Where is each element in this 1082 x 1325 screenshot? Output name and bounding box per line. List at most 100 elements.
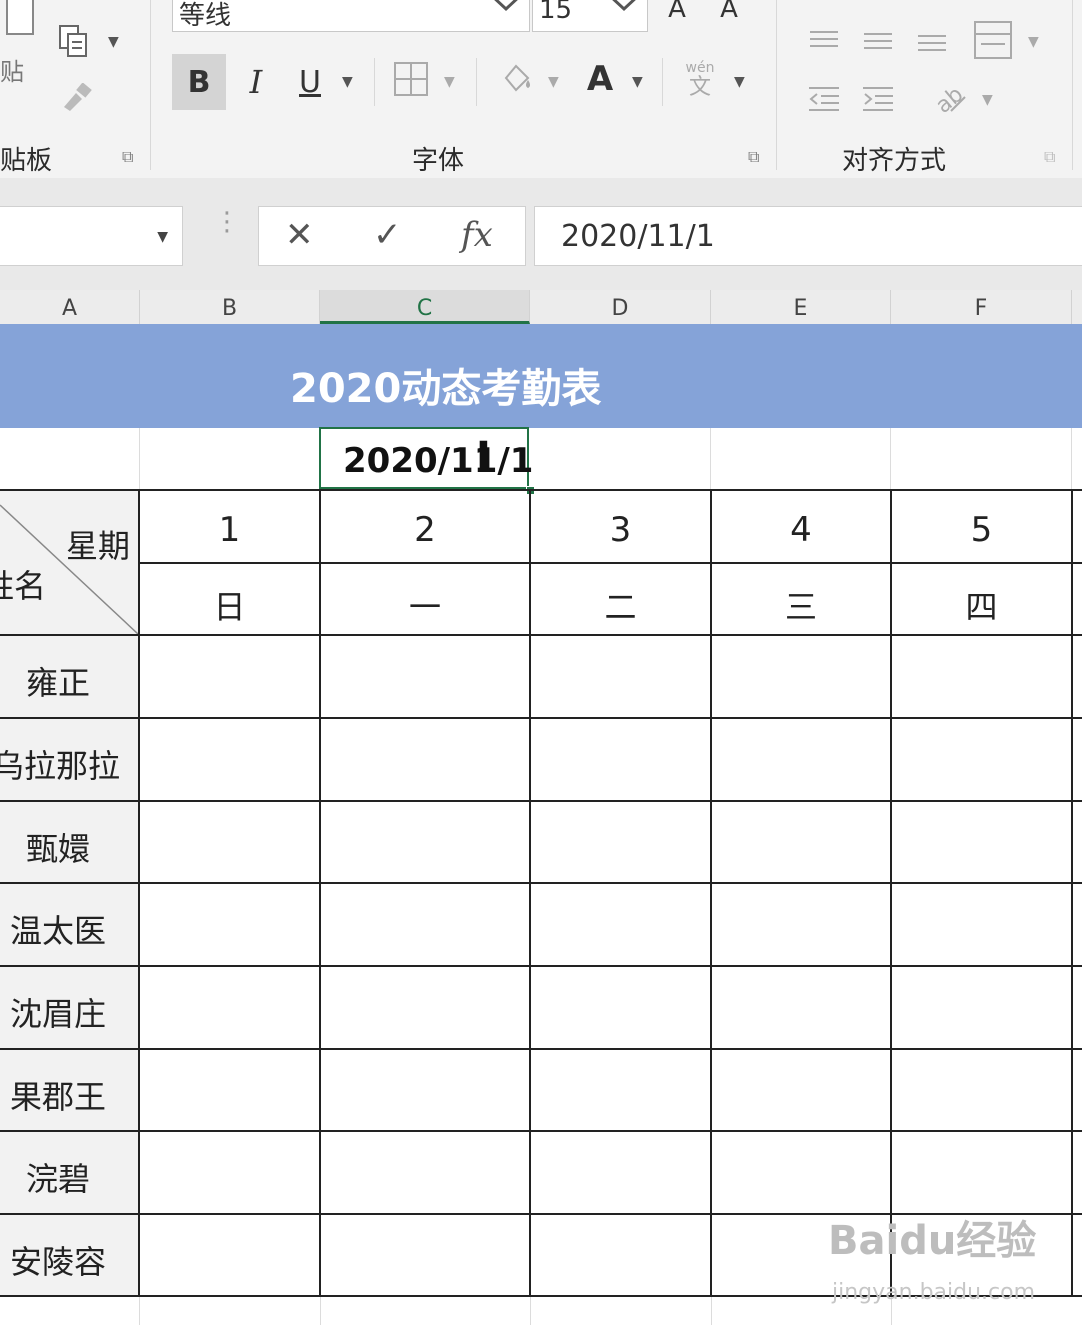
formula-area: ▼ ⋮ ✕ ✓ fx 2020/11/1 xyxy=(0,178,1082,290)
ribbon-separator xyxy=(374,58,375,106)
increase-indent-icon[interactable] xyxy=(860,84,896,114)
employee-name[interactable]: 安陵容 xyxy=(0,1237,116,1283)
column-header-f[interactable]: F xyxy=(891,290,1072,324)
border-dropdown-icon[interactable]: ▼ xyxy=(444,74,455,90)
sheet-title: 2020动态考勤表 xyxy=(290,366,602,412)
alignment-group-label: 对齐方式 xyxy=(842,146,947,176)
weekday-cell[interactable]: 一 xyxy=(321,582,529,628)
diagonal-header-cell[interactable]: 星期 姓名 xyxy=(0,491,138,634)
gridline xyxy=(890,428,891,490)
font-launcher-icon[interactable]: ⧉ xyxy=(748,148,766,166)
shrink-font-button[interactable]: A xyxy=(714,0,744,26)
column-header-d[interactable]: D xyxy=(530,290,711,324)
chevron-down-icon[interactable] xyxy=(607,0,641,19)
weekday-cell[interactable]: 日 xyxy=(140,582,319,628)
day-number[interactable]: 2 xyxy=(321,510,529,550)
ribbon-separator xyxy=(662,58,663,106)
table-border xyxy=(0,800,1082,802)
underline-button[interactable]: U xyxy=(290,54,330,110)
align-top-icon[interactable] xyxy=(806,26,842,56)
employee-name[interactable]: 温太医 xyxy=(0,906,116,952)
align-middle-icon[interactable] xyxy=(860,26,896,56)
name-header-label: 姓名 xyxy=(0,567,47,605)
weekday-header-label: 星期 xyxy=(65,527,130,565)
font-size-value: 15 xyxy=(539,0,573,25)
gridline xyxy=(710,428,711,490)
active-cell-value: 2020/11/1 xyxy=(343,441,534,481)
formula-input[interactable]: 2020/11/1 xyxy=(534,206,1082,266)
fill-color-dropdown-icon[interactable]: ▼ xyxy=(548,74,559,90)
gridline xyxy=(320,1297,321,1325)
name-box-dropdown-icon[interactable]: ▼ xyxy=(157,229,168,245)
day-number[interactable]: 3 xyxy=(531,510,710,550)
active-cell-c2[interactable]: 2020/11/1 xyxy=(319,427,533,489)
gridline xyxy=(139,428,140,490)
employee-name[interactable]: 浣碧 xyxy=(0,1154,116,1200)
employee-name[interactable]: 果郡王 xyxy=(0,1072,116,1118)
copy-icon[interactable] xyxy=(54,24,94,60)
gridline xyxy=(1071,428,1072,490)
border-icon[interactable] xyxy=(392,60,430,98)
title-cell[interactable]: 2020动态考勤表 xyxy=(0,324,1082,428)
clipboard-launcher-icon[interactable]: ⧉ xyxy=(122,148,140,166)
insert-function-icon[interactable]: fx xyxy=(461,215,493,255)
employee-name[interactable]: 雍正 xyxy=(0,658,116,704)
font-color-button[interactable]: A xyxy=(580,54,620,108)
paste-icon[interactable] xyxy=(4,0,36,38)
wrap-text-dropdown-icon[interactable]: ▼ xyxy=(1028,34,1039,50)
bold-button[interactable]: B xyxy=(172,54,226,110)
watermark-logo: Baidu经验 xyxy=(828,1218,1037,1264)
day-number[interactable]: 5 xyxy=(892,510,1071,550)
wrap-text-icon[interactable] xyxy=(972,20,1014,60)
font-color-dropdown-icon[interactable]: ▼ xyxy=(632,74,643,90)
text-cursor-icon: I xyxy=(476,434,491,480)
orientation-dropdown-icon[interactable]: ▼ xyxy=(982,92,993,108)
column-header-a[interactable]: A xyxy=(0,290,140,324)
ribbon-separator xyxy=(776,0,777,170)
font-group-label: 字体 xyxy=(412,146,465,176)
name-box[interactable]: ▼ xyxy=(0,206,183,266)
table-border xyxy=(0,489,1082,491)
table-border xyxy=(0,882,1082,884)
italic-button[interactable]: I xyxy=(236,54,276,110)
gridline xyxy=(139,1297,140,1325)
font-size-combo[interactable]: 15 xyxy=(532,0,648,32)
pinyin-dropdown-icon[interactable]: ▼ xyxy=(734,74,745,90)
formula-bar-grip-icon[interactable]: ⋮ xyxy=(214,209,240,235)
gridline xyxy=(711,1297,712,1325)
weekday-cell[interactable]: 三 xyxy=(712,582,890,628)
alignment-launcher-icon[interactable]: ⧉ xyxy=(1044,148,1062,166)
copy-dropdown-icon[interactable]: ▼ xyxy=(108,34,119,50)
paste-label[interactable]: 贴 xyxy=(0,52,24,87)
underline-dropdown-icon[interactable]: ▼ xyxy=(342,74,353,90)
pinyin-char-label: 文 xyxy=(688,75,711,100)
employee-name[interactable]: 甄嬛 xyxy=(0,824,116,870)
ribbon-separator xyxy=(150,0,151,170)
employee-name[interactable]: 乌拉那拉 xyxy=(0,741,138,787)
column-header-c[interactable]: C xyxy=(320,290,530,324)
align-bottom-icon[interactable] xyxy=(914,26,950,56)
watermark-url: jingyan.baidu.com xyxy=(832,1280,1036,1305)
decrease-indent-icon[interactable] xyxy=(806,84,842,114)
day-number[interactable]: 4 xyxy=(712,510,890,550)
weekday-cell[interactable]: 二 xyxy=(531,582,710,628)
format-painter-icon[interactable] xyxy=(56,80,96,116)
ribbon: 贴 ▼ 贴板 ⧉ 等线 15 A A B I U ▼ ▼ ▼ A ▼ wén 文… xyxy=(0,0,1082,179)
ribbon-separator xyxy=(476,58,477,106)
column-header-e[interactable]: E xyxy=(711,290,891,324)
table-border xyxy=(0,634,1082,636)
fill-color-icon[interactable] xyxy=(496,58,536,98)
orientation-icon[interactable]: ab xyxy=(930,80,970,116)
enter-icon[interactable]: ✓ xyxy=(373,215,402,255)
table-border xyxy=(1071,489,1073,1297)
pinyin-button[interactable]: wén 文 xyxy=(680,60,720,100)
chevron-down-icon[interactable] xyxy=(489,0,523,19)
day-number[interactable]: 1 xyxy=(140,510,319,550)
font-name-combo[interactable]: 等线 xyxy=(172,0,530,32)
table-border xyxy=(0,1130,1082,1132)
cancel-icon[interactable]: ✕ xyxy=(285,215,314,255)
column-header-b[interactable]: B xyxy=(140,290,320,324)
grow-font-button[interactable]: A xyxy=(662,0,692,26)
employee-name[interactable]: 沈眉庄 xyxy=(0,989,116,1035)
weekday-cell[interactable]: 四 xyxy=(892,582,1071,628)
